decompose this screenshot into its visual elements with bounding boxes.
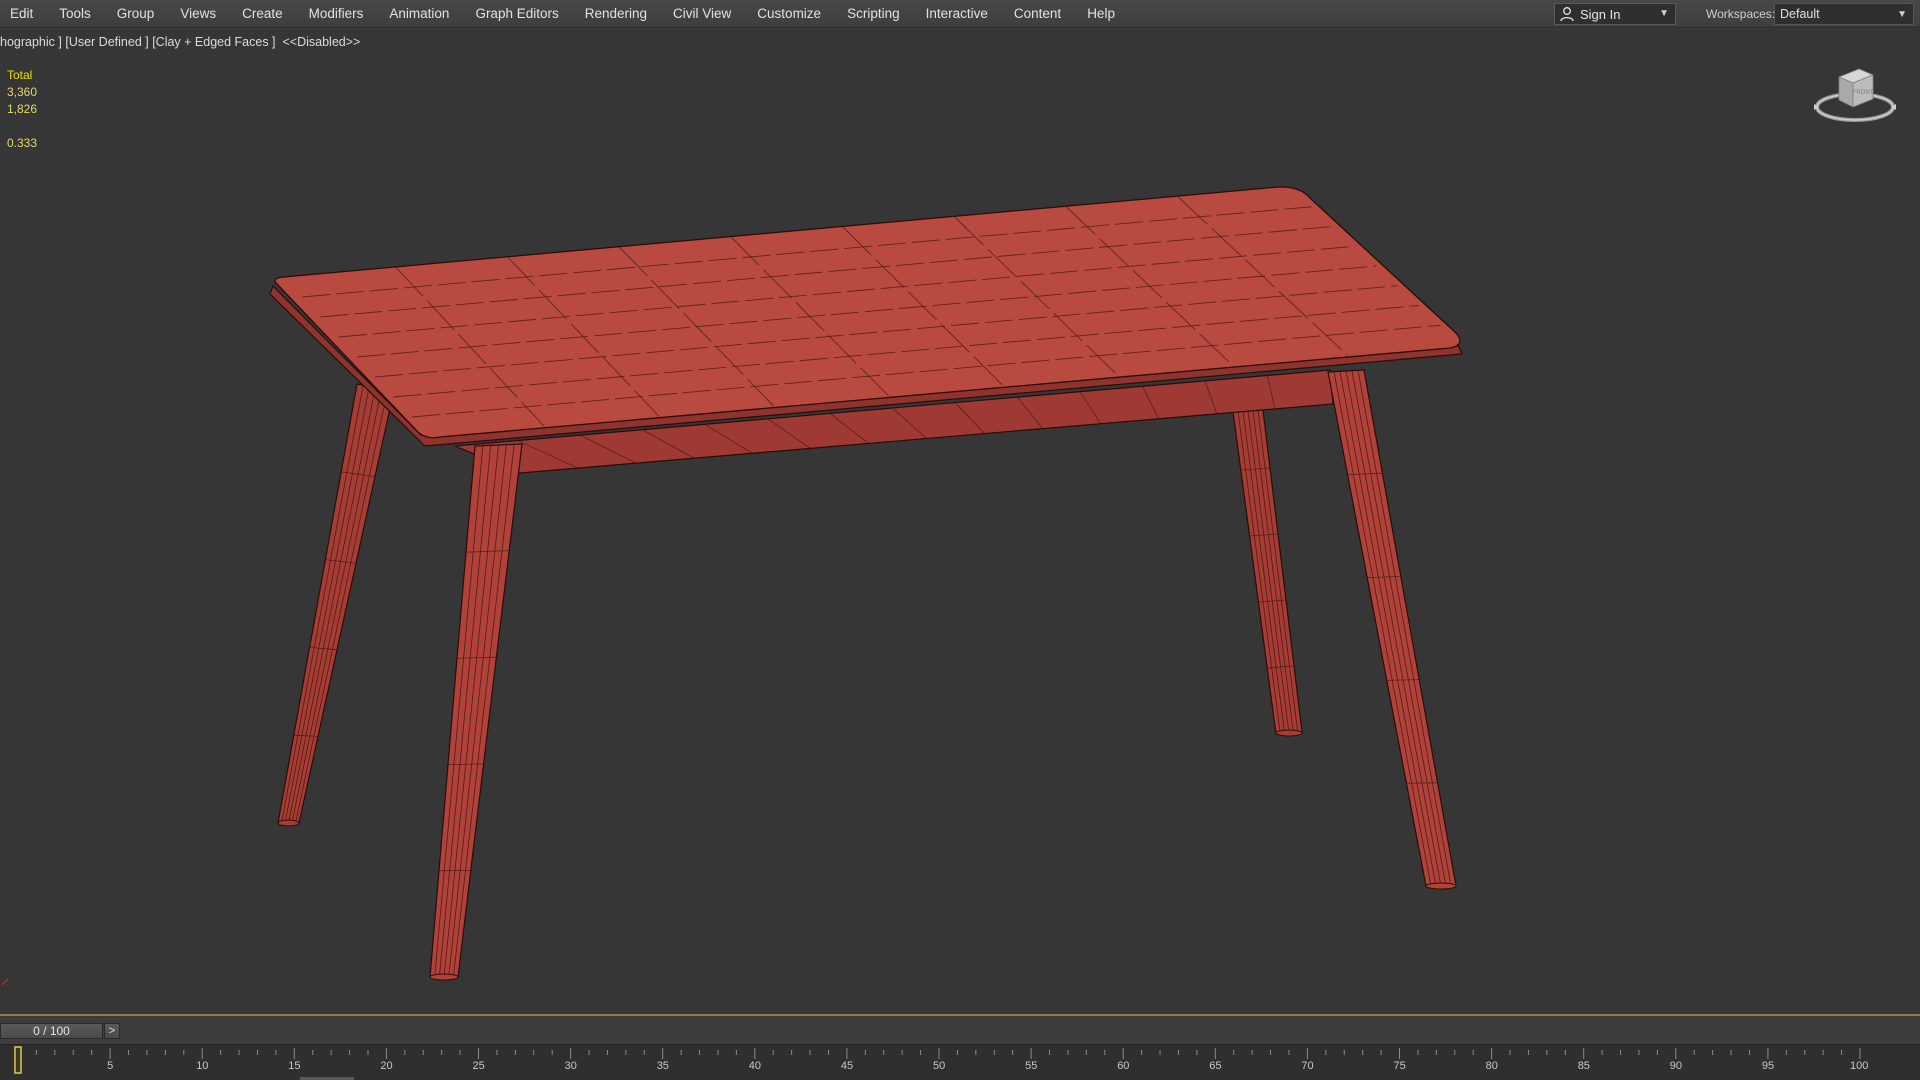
menu-animation[interactable]: Animation xyxy=(376,0,462,28)
menu-interactive[interactable]: Interactive xyxy=(913,0,1001,28)
workspaces-dropdown[interactable]: Default ▼ xyxy=(1774,3,1914,25)
table-leg-back-left-edge xyxy=(295,388,389,824)
ruler-label: 95 xyxy=(1762,1060,1774,1072)
ruler-label: 30 xyxy=(565,1060,577,1072)
table-leg-back-left-edge xyxy=(281,384,364,824)
time-slider[interactable]: 0 / 100 xyxy=(0,1023,103,1039)
sign-in-dropdown[interactable]: Sign In ▼ xyxy=(1554,3,1676,25)
menu-edit[interactable]: Edit xyxy=(8,0,46,28)
ruler-label: 15 xyxy=(288,1060,300,1072)
menu-modifiers[interactable]: Modifiers xyxy=(296,0,377,28)
table-leg-back-left-foot xyxy=(277,819,300,827)
menu-group[interactable]: Group xyxy=(104,0,168,28)
chevron-down-icon: ▼ xyxy=(1897,9,1907,20)
ruler-label: 10 xyxy=(196,1060,208,1072)
ruler-label: 55 xyxy=(1025,1060,1037,1072)
menu-create[interactable]: Create xyxy=(229,0,296,28)
table-leg-front-right-edge xyxy=(1333,371,1432,887)
table-leg-front-left-foot xyxy=(429,973,459,981)
table-leg-front-right-foot xyxy=(1425,882,1457,890)
table-leg-front-right-edge xyxy=(1339,371,1437,887)
ruler-label: 25 xyxy=(473,1060,485,1072)
menu-scripting[interactable]: Scripting xyxy=(834,0,913,28)
menu-views[interactable]: Views xyxy=(167,0,229,28)
time-slider-bar: 0 / 100 > xyxy=(0,1018,1920,1044)
current-frame-marker[interactable] xyxy=(14,1046,22,1074)
workspaces-value: Default xyxy=(1780,7,1820,21)
table-leg-back-left-edge xyxy=(284,385,370,824)
ruler-label: 65 xyxy=(1209,1060,1221,1072)
ruler-label: 70 xyxy=(1301,1060,1313,1072)
perspective-viewport[interactable]: hographic ] [User Defined ] [Clay + Edge… xyxy=(0,29,1920,1016)
table-leg-back-right-foot xyxy=(1275,729,1303,737)
menu-graph-editors[interactable]: Graph Editors xyxy=(462,0,571,28)
ruler-label: 35 xyxy=(657,1060,669,1072)
ruler-label: 75 xyxy=(1394,1060,1406,1072)
table-leg-back-left-edge xyxy=(288,386,376,824)
table-leg-front-right-edge xyxy=(1357,370,1452,887)
user-icon xyxy=(1560,7,1574,22)
ruler-label: 50 xyxy=(933,1060,945,1072)
ruler-label: 5 xyxy=(107,1060,113,1072)
table-leg-front-right-edge xyxy=(1351,370,1447,887)
ruler-label: 100 xyxy=(1850,1060,1868,1072)
workspaces-label: Workspaces: xyxy=(1706,7,1776,21)
menu-civil-view[interactable]: Civil View xyxy=(660,0,744,28)
menu-tools[interactable]: Tools xyxy=(46,0,104,28)
track-bar-ruler: 5 10 15 20 25 30 35 40 45 50 55 60 65 70 75 80 85 90 95 100 xyxy=(14,1046,1868,1080)
ruler-label: 80 xyxy=(1486,1060,1498,1072)
menu-help[interactable]: Help xyxy=(1074,0,1128,28)
ruler-label: 60 xyxy=(1117,1060,1129,1072)
next-frame-button[interactable]: > xyxy=(104,1023,120,1039)
table-leg-back-left-edge xyxy=(291,387,383,824)
menu-customize[interactable]: Customize xyxy=(744,0,834,28)
table-leg-front-right-edge xyxy=(1345,370,1442,887)
menu-rendering[interactable]: Rendering xyxy=(572,0,660,28)
menu-items: Edit Tools Group Views Create Modifiers Animat… xyxy=(0,0,1128,28)
ruler-label: 90 xyxy=(1670,1060,1682,1072)
ruler-label: 20 xyxy=(380,1060,392,1072)
table-model[interactable] xyxy=(0,29,1920,1016)
sign-in-label: Sign In xyxy=(1580,6,1621,22)
table-leg-back-left xyxy=(277,383,395,824)
menu-content[interactable]: Content xyxy=(1001,0,1074,28)
ruler-label: 85 xyxy=(1578,1060,1590,1072)
chevron-down-icon: ▼ xyxy=(1659,8,1669,19)
track-bar[interactable]: 5 10 15 20 25 30 35 40 45 50 55 60 65 70 75 80 85 90 95 100 xyxy=(0,1044,1920,1080)
ruler-label: 45 xyxy=(841,1060,853,1072)
ruler-label: 40 xyxy=(749,1060,761,1072)
axis-tripod-icon xyxy=(2,979,8,985)
